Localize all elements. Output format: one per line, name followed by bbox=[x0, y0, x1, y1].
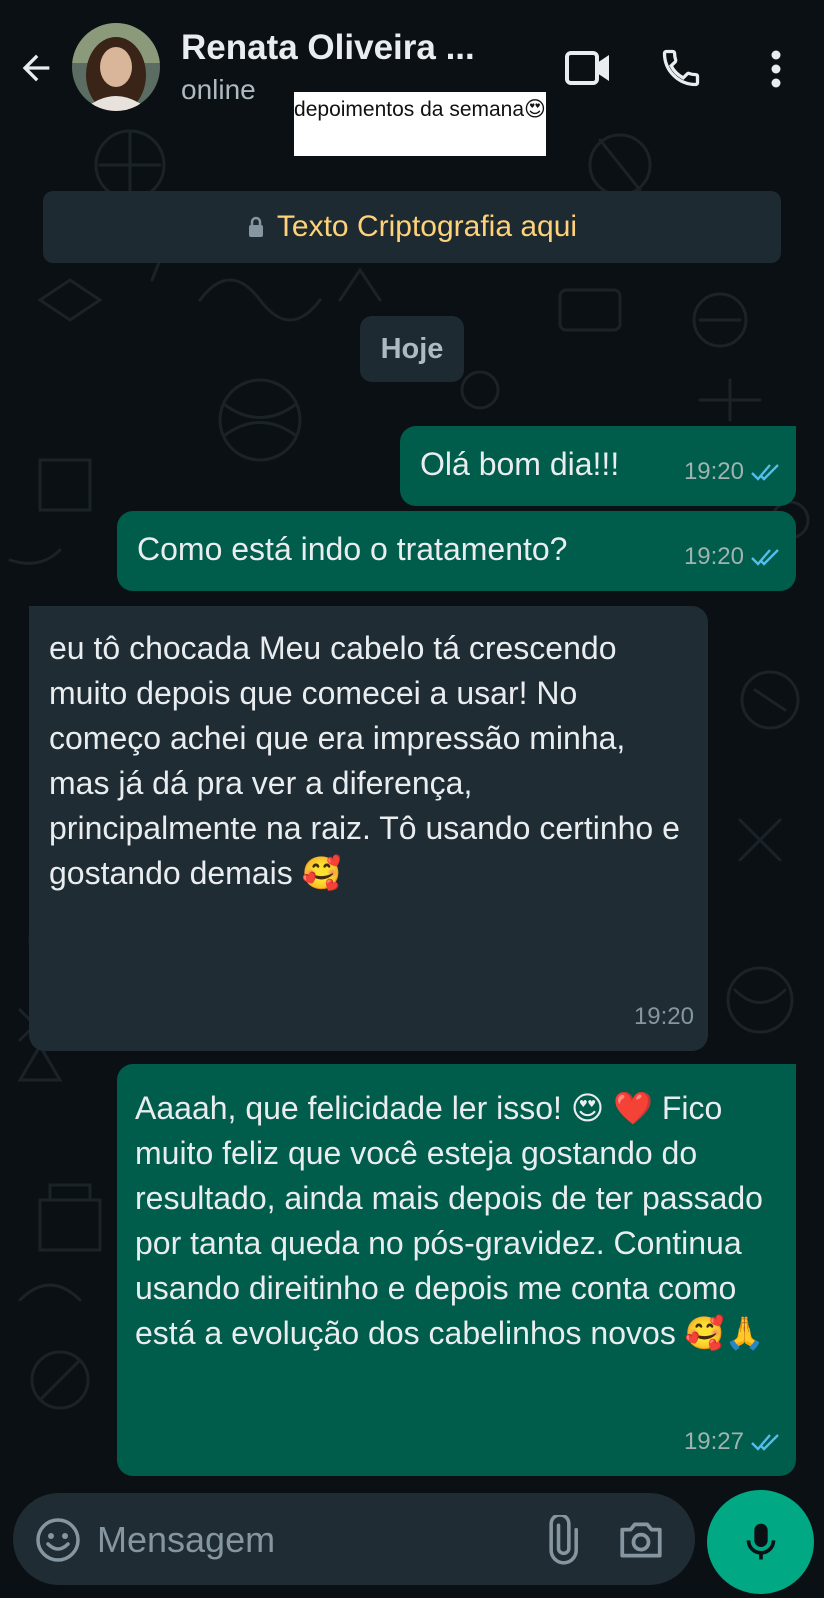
voice-message-button[interactable] bbox=[707, 1490, 814, 1594]
lock-icon bbox=[248, 216, 263, 237]
encryption-notice[interactable]: Texto Criptografia aqui bbox=[43, 191, 781, 263]
more-options-button[interactable] bbox=[760, 44, 792, 94]
microphone-icon bbox=[746, 1523, 775, 1560]
message-time: 19:20 bbox=[683, 543, 744, 570]
emoji-icon bbox=[36, 1518, 80, 1562]
contact-name[interactable]: Renata Oliveira ... bbox=[181, 28, 475, 68]
phone-icon bbox=[662, 49, 700, 87]
paperclip-icon bbox=[549, 1513, 578, 1565]
message-meta: 19:20 bbox=[684, 449, 782, 494]
contact-avatar[interactable] bbox=[72, 23, 160, 111]
attach-button[interactable] bbox=[535, 1513, 585, 1565]
double-check-icon bbox=[751, 548, 779, 566]
message-time: 19:20 bbox=[683, 458, 744, 485]
message-composer bbox=[13, 1493, 695, 1585]
story-caption-sticker: depoimentos da semana😍 bbox=[294, 92, 546, 156]
kebab-menu-icon bbox=[771, 50, 781, 88]
arrow-left-icon bbox=[22, 54, 50, 82]
message-time: 19:27 bbox=[683, 1428, 744, 1455]
message-time: 19:20 bbox=[633, 1003, 694, 1030]
video-call-button[interactable] bbox=[560, 44, 616, 92]
back-button[interactable] bbox=[14, 46, 58, 90]
voice-call-button[interactable] bbox=[655, 42, 707, 94]
message-input[interactable] bbox=[95, 1511, 519, 1569]
video-camera-icon bbox=[565, 51, 609, 85]
double-check-icon bbox=[751, 1433, 779, 1451]
message-meta: 19:20 bbox=[634, 994, 694, 1039]
message-bubble-outgoing[interactable]: Como está indo o tratamento? 19:20 bbox=[117, 511, 796, 591]
double-check-icon bbox=[751, 463, 779, 481]
message-text: Olá bom dia!!! bbox=[420, 446, 620, 482]
encryption-notice-text: Texto Criptografia aqui bbox=[276, 210, 578, 243]
emoji-button[interactable] bbox=[35, 1517, 81, 1563]
camera-button[interactable] bbox=[616, 1515, 666, 1565]
message-bubble-outgoing[interactable]: Olá bom dia!!! 19:20 bbox=[400, 426, 796, 506]
camera-icon bbox=[620, 1522, 662, 1558]
message-bubble-incoming[interactable]: eu tô chocada Meu cabelo tá crescendo mu… bbox=[29, 606, 708, 1051]
contact-status: online bbox=[181, 74, 256, 105]
message-meta: 19:20 bbox=[684, 534, 782, 579]
message-meta: 19:27 bbox=[684, 1419, 782, 1464]
message-text: eu tô chocada Meu cabelo tá crescendo mu… bbox=[49, 630, 680, 891]
message-text: Como está indo o tratamento? bbox=[137, 531, 568, 567]
date-separator: Hoje bbox=[360, 316, 464, 382]
message-bubble-outgoing[interactable]: Aaaah, que felicidade ler isso! 😍 ❤️ Fic… bbox=[117, 1064, 796, 1476]
message-text: Aaaah, que felicidade ler isso! 😍 ❤️ Fic… bbox=[135, 1090, 765, 1351]
